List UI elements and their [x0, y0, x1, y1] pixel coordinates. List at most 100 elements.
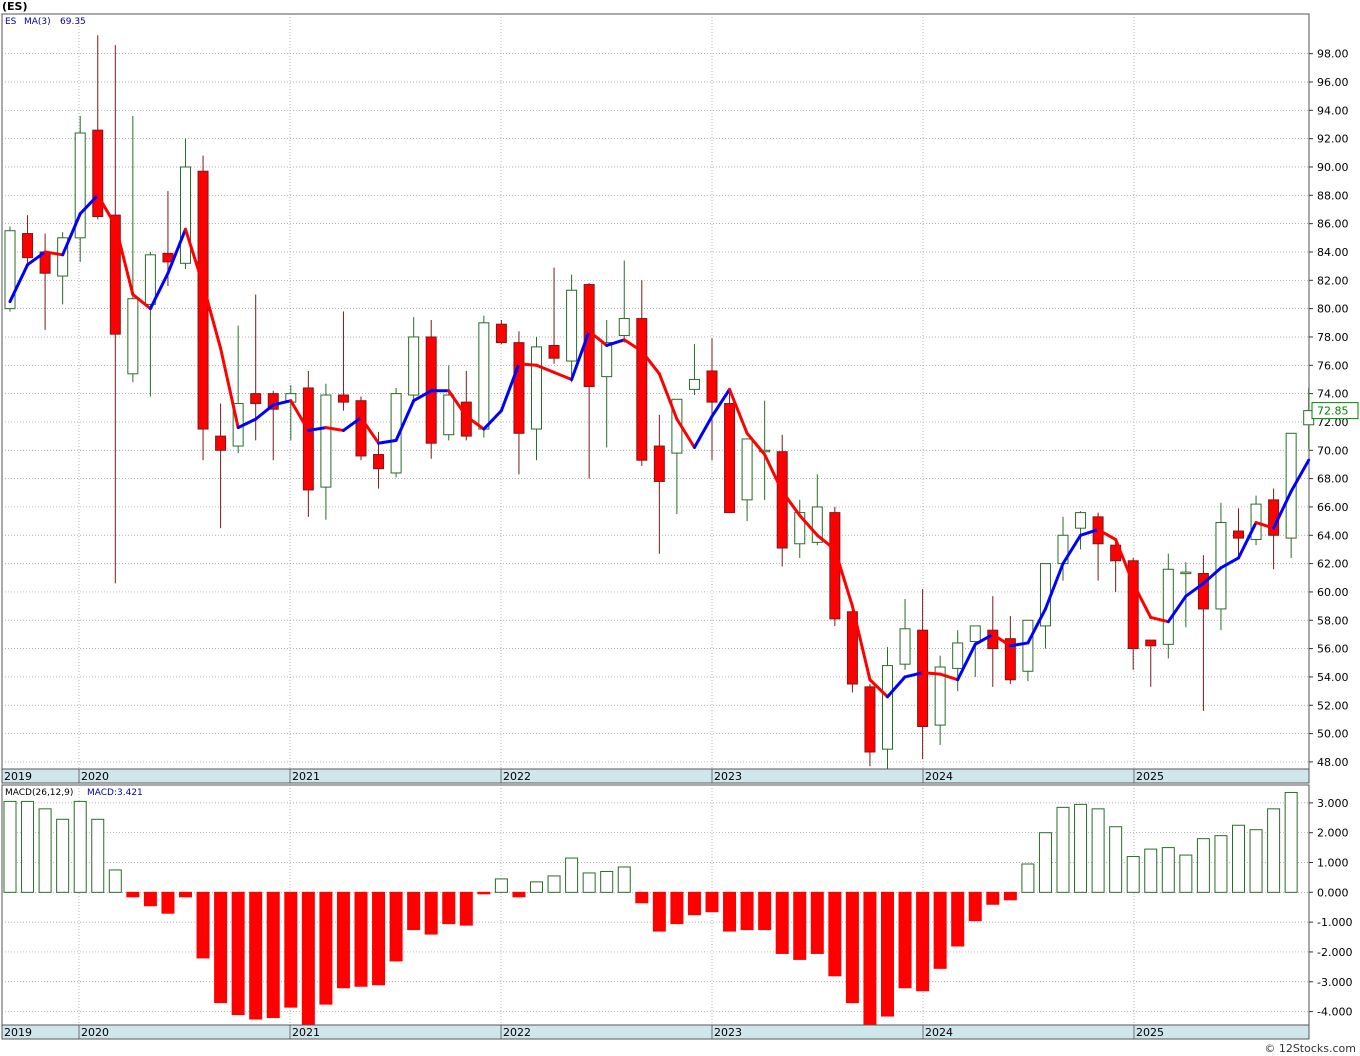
macd-bar	[319, 891, 333, 1005]
candle	[197, 155, 209, 461]
macd-bar	[951, 891, 965, 947]
date-label: 2025	[1136, 1026, 1164, 1039]
ma-segment	[517, 362, 538, 367]
macd-bar	[249, 891, 263, 1020]
macd-bar	[1284, 791, 1298, 893]
price-legend-symbol: ES	[5, 17, 17, 27]
candle-body	[180, 166, 191, 264]
price-tick-label: 70.00	[1317, 444, 1349, 457]
candle	[355, 396, 367, 461]
date-label: 2025	[1136, 770, 1164, 783]
macd-bar	[740, 891, 754, 931]
price-date-axis	[1, 768, 1310, 784]
candle-body	[1022, 619, 1034, 672]
date-label: 2023	[714, 1026, 742, 1039]
price-tick-label: 68.00	[1317, 473, 1349, 486]
price-tick-label: 66.00	[1317, 501, 1349, 514]
price-tick-label: 94.00	[1317, 104, 1349, 117]
macd-bar	[898, 891, 912, 989]
macd-bar	[179, 891, 192, 898]
macd-bar	[1091, 808, 1105, 893]
macd-bar	[389, 891, 403, 962]
watermark: © 12Stocks.com	[1264, 1042, 1356, 1055]
macd-bar	[407, 891, 421, 931]
macd-bar	[91, 818, 105, 893]
price-tick-label: 96.00	[1317, 76, 1349, 89]
candle-body	[337, 394, 349, 403]
candle-body	[531, 346, 542, 430]
macd-bar	[3, 800, 17, 893]
candle-body	[636, 318, 648, 461]
price-tick-label: 56.00	[1317, 643, 1349, 656]
macd-bar	[933, 891, 947, 969]
price-tick-label: 62.00	[1317, 558, 1349, 571]
candle-body	[22, 233, 34, 259]
macd-bar	[161, 891, 175, 914]
macd-bar	[1074, 803, 1088, 893]
macd-bar	[126, 891, 140, 898]
macd-bar	[108, 869, 122, 893]
macd-tick-label: -4.000	[1317, 1006, 1352, 1019]
price-tick-label: 76.00	[1317, 359, 1349, 372]
macd-bar	[477, 891, 491, 895]
macd-bar	[758, 891, 772, 931]
macd-bar	[1056, 806, 1070, 893]
price-tick-label: 78.00	[1317, 331, 1349, 344]
macd-bar	[986, 891, 1000, 905]
macd-tick-label: -3.000	[1317, 976, 1352, 989]
date-label: 2023	[714, 770, 742, 783]
macd-bar	[687, 891, 701, 916]
price-tick-label: 98.00	[1317, 48, 1349, 61]
candle-body	[478, 322, 490, 430]
price-tick-label: 60.00	[1317, 586, 1349, 599]
candle-body	[1233, 530, 1244, 539]
macd-bar	[284, 891, 298, 1008]
macd-bar	[1249, 829, 1263, 893]
date-label: 2021	[292, 1026, 320, 1039]
macd-bar	[635, 891, 649, 904]
macd-bar	[968, 891, 982, 922]
price-tick-label: 50.00	[1317, 728, 1349, 741]
candle-body	[548, 344, 560, 359]
ma-segment	[921, 671, 942, 676]
candle-body	[355, 400, 367, 457]
macd-bar	[530, 881, 543, 893]
candle-body	[882, 665, 893, 750]
macd-bar	[793, 891, 807, 960]
price-tick-label: 54.00	[1317, 671, 1349, 684]
macd-bar	[21, 800, 35, 893]
macd-bar	[652, 891, 666, 932]
price-legend-ma-value: 69.35	[60, 17, 86, 27]
date-label: 2019	[4, 1026, 32, 1039]
last-price-label: 72.85	[1317, 405, 1349, 418]
date-label: 2022	[503, 1026, 531, 1039]
candle-body	[1162, 568, 1174, 645]
macd-tick-label: -1.000	[1317, 916, 1352, 929]
price-tick-label: 80.00	[1317, 303, 1349, 316]
macd-bar	[1161, 847, 1175, 893]
macd-bar	[617, 866, 631, 893]
macd-bar	[828, 891, 842, 977]
price-legend-ma-label: MA(3)	[24, 17, 51, 27]
macd-bar	[1038, 832, 1052, 893]
macd-legend-value: MACD:3.421	[87, 788, 143, 798]
macd-bar	[1232, 824, 1245, 893]
macd-bar	[1021, 863, 1035, 893]
macd-bar	[196, 891, 210, 959]
macd-tick-label: 3.000	[1317, 797, 1349, 810]
macd-bar	[670, 891, 684, 925]
price-tick-label: 86.00	[1317, 218, 1349, 231]
date-label: 2019	[4, 770, 32, 783]
macd-bar	[214, 891, 228, 1004]
price-tick-label: 88.00	[1317, 189, 1349, 202]
candle	[829, 506, 841, 626]
macd-bar	[600, 870, 614, 893]
macd-bar	[810, 891, 824, 954]
macd-legend-label: MACD(26,12,9)	[5, 788, 73, 798]
macd-date-axis	[1, 1024, 1310, 1040]
candle-body	[215, 435, 227, 451]
macd-bar	[442, 891, 456, 925]
price-tick-label: 92.00	[1317, 133, 1349, 146]
macd-bar	[266, 891, 280, 1019]
candle-body	[952, 642, 964, 669]
